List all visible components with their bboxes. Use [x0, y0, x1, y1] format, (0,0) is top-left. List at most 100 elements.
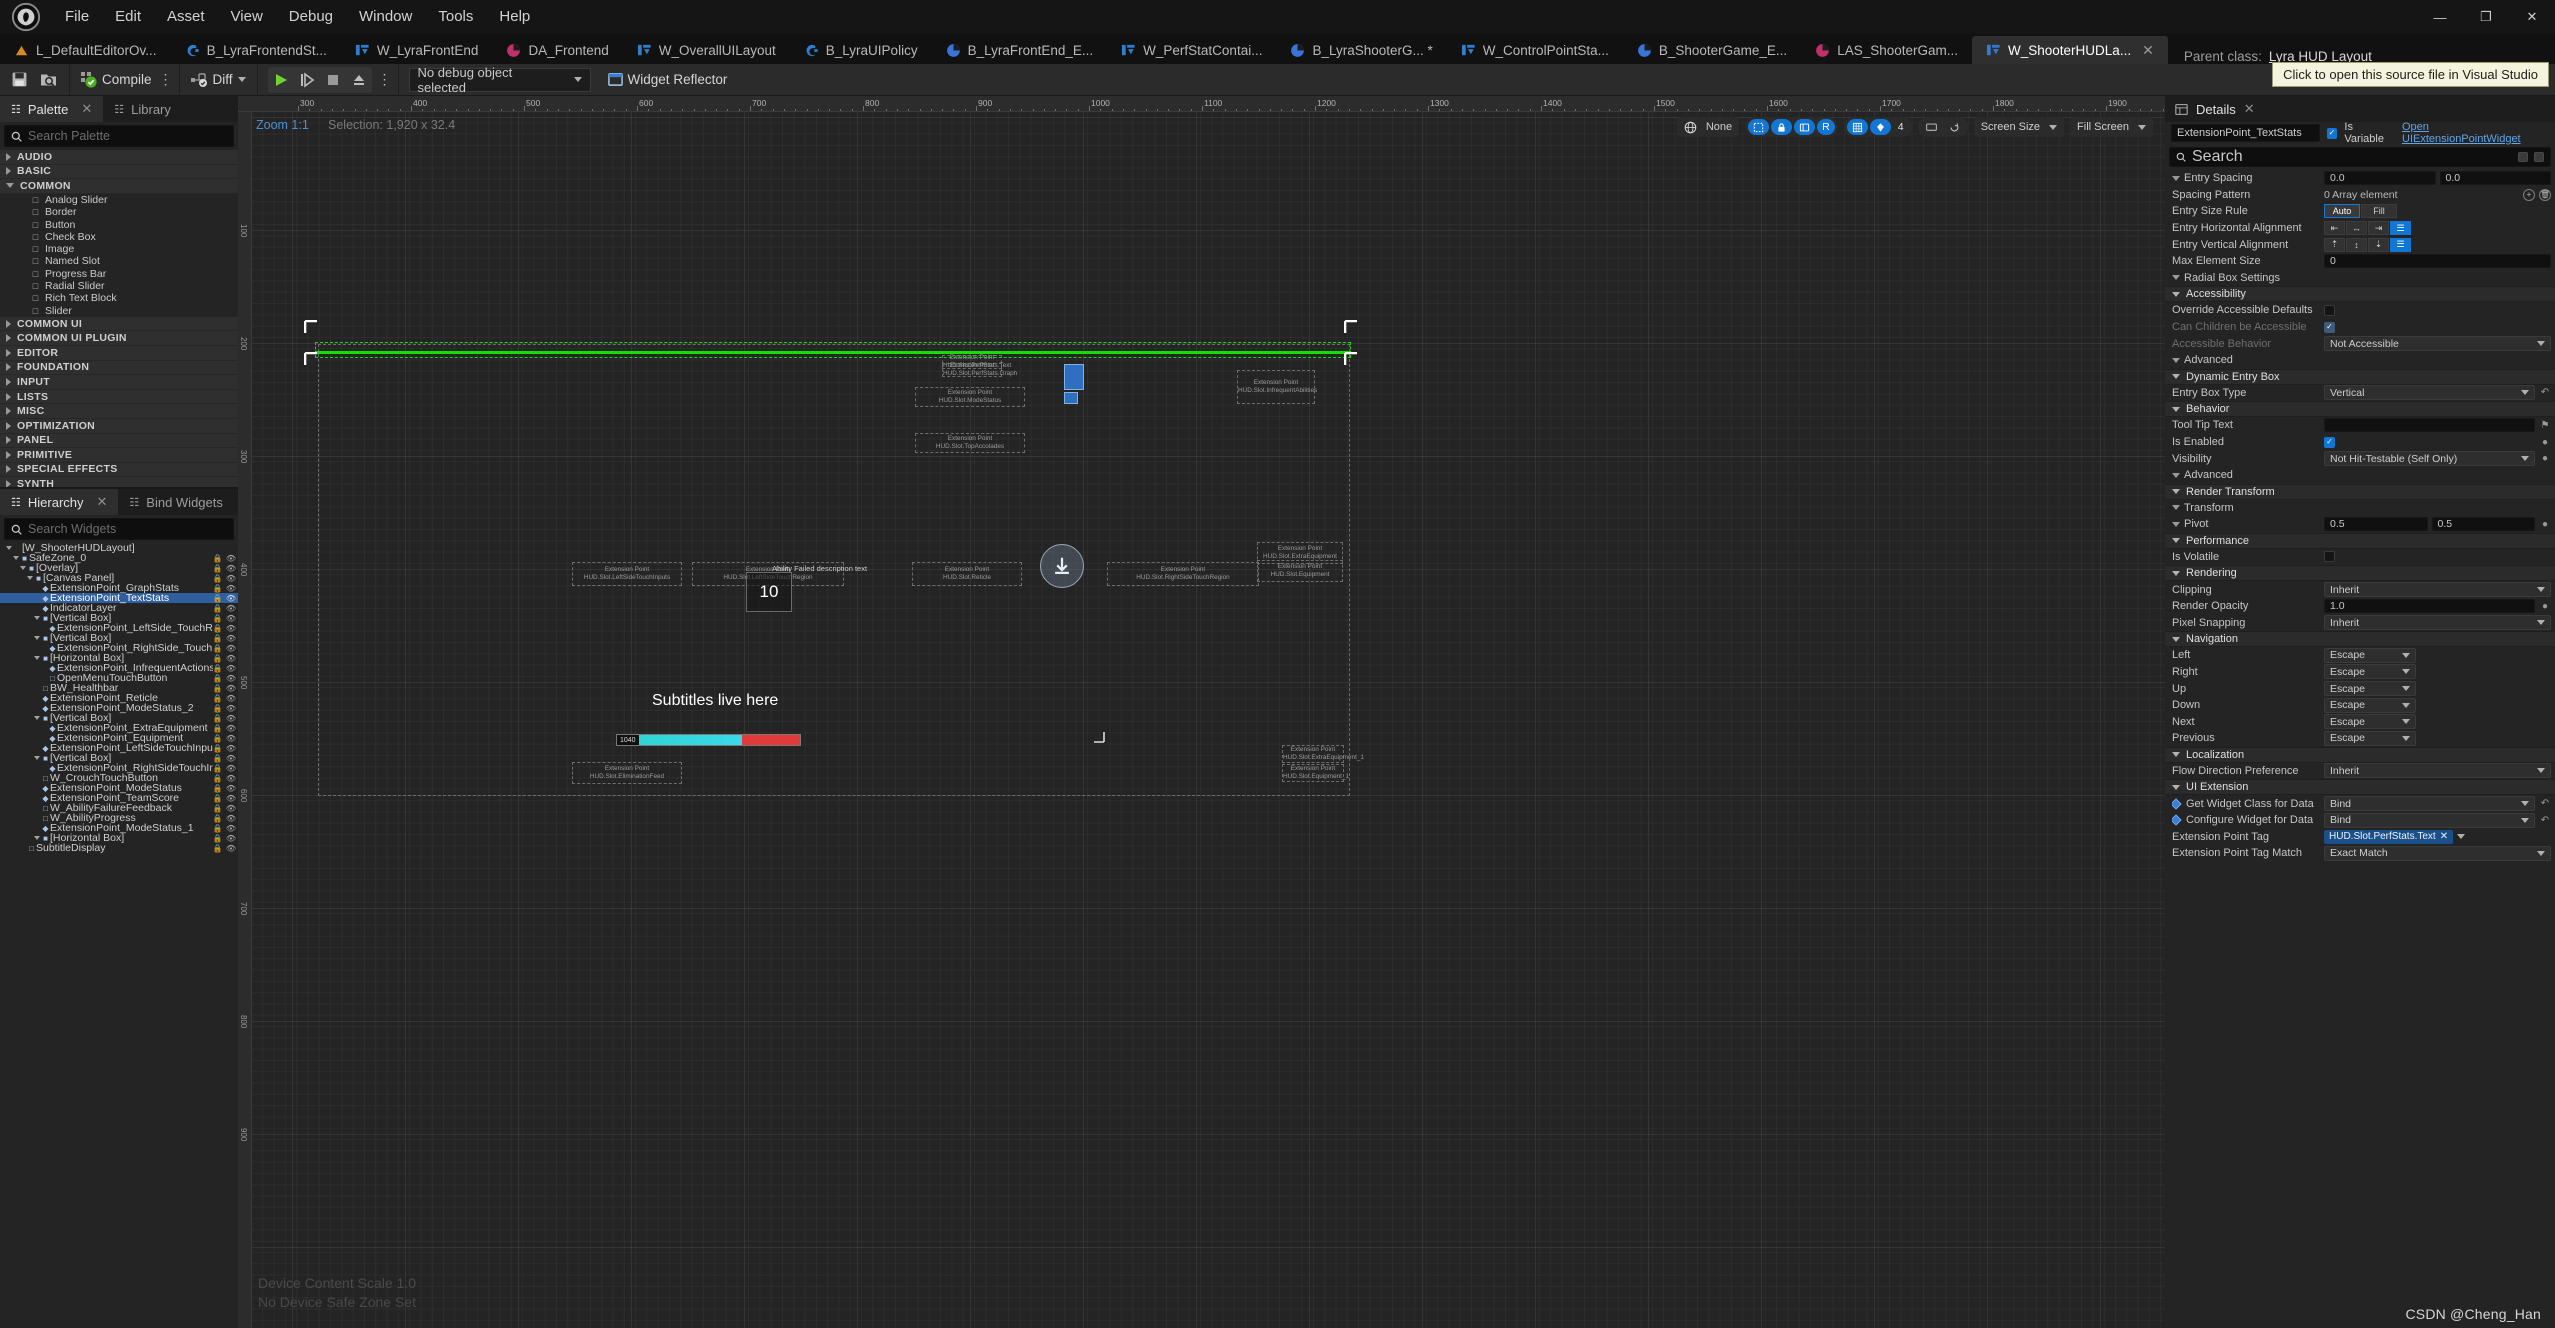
- hierarchy-tab-0[interactable]: ☷ Hierarchy ✕: [0, 489, 119, 515]
- palette-category-audio[interactable]: AUDIO: [0, 150, 238, 165]
- palette-search-input[interactable]: Search Palette: [4, 125, 234, 147]
- palette-item-check-box[interactable]: □ Check Box: [0, 231, 238, 243]
- details-section-performance[interactable]: Performance: [2165, 532, 2555, 549]
- hierarchy-row-30[interactable]: □ SubtitleDisplay 🔒 👁: [0, 842, 238, 854]
- row-visibility-controls[interactable]: 🔒 👁: [213, 654, 236, 663]
- palette-category-primitive[interactable]: PRIMITIVE: [0, 448, 238, 463]
- remove-tag-icon[interactable]: ✕: [2440, 831, 2448, 842]
- property-row-clipping[interactable]: Clipping Inherit: [2165, 581, 2555, 598]
- row-visibility-controls[interactable]: 🔒 👁: [213, 694, 236, 703]
- expander-icon[interactable]: [2172, 275, 2180, 281]
- property-control[interactable]: 0.5 0.5 ●: [2324, 517, 2555, 532]
- property-control[interactable]: 0: [2324, 254, 2555, 269]
- property-row-radial-box-settings[interactable]: Radial Box Settings: [2165, 270, 2555, 287]
- close-icon[interactable]: ✕: [97, 494, 108, 510]
- grid-count-value[interactable]: 4: [1893, 119, 1909, 135]
- property-row-next[interactable]: Next Escape: [2165, 713, 2555, 730]
- checkbox[interactable]: [2324, 304, 2335, 316]
- entry-size-rule-segments[interactable]: Auto Fill: [2324, 204, 2397, 219]
- row-visibility-controls[interactable]: 🔒 👁: [213, 804, 236, 813]
- row-visibility-controls[interactable]: 🔒 👁: [213, 814, 236, 823]
- row-visibility-controls[interactable]: 🔒 👁: [213, 784, 236, 793]
- palette-tab-1[interactable]: ☷ Library: [103, 96, 182, 122]
- dropdown[interactable]: Inherit: [2324, 615, 2551, 631]
- eject-button[interactable]: [346, 67, 372, 93]
- property-row-get-widget-class-for-data[interactable]: Get Widget Class for Data Bind ↶: [2165, 795, 2555, 812]
- palette-category-synth[interactable]: SYNTH: [0, 477, 238, 487]
- property-row-entry-size-rule[interactable]: Entry Size Rule Auto Fill: [2165, 203, 2555, 220]
- property-row-pixel-snapping[interactable]: Pixel Snapping Inherit: [2165, 614, 2555, 631]
- dropdown[interactable]: Escape: [2324, 730, 2416, 746]
- asset-tab-9[interactable]: W_ControlPointSta...: [1447, 36, 1623, 64]
- dropdown[interactable]: Escape: [2324, 697, 2416, 713]
- dropdown[interactable]: Exact Match: [2324, 845, 2551, 861]
- palette-category-lists[interactable]: LISTS: [0, 389, 238, 405]
- dropdown[interactable]: Inherit: [2324, 582, 2551, 598]
- palette-tab-0[interactable]: ☷ Palette ✕: [0, 96, 104, 122]
- value-y[interactable]: 0.5: [2431, 517, 2535, 532]
- value-field[interactable]: 0: [2324, 254, 2551, 269]
- bind-icon[interactable]: ●: [2539, 453, 2551, 464]
- flag-icon[interactable]: ⚑: [2539, 420, 2551, 431]
- details-search-input[interactable]: Search: [2169, 147, 2551, 167]
- resize-handle[interactable]: [1092, 730, 1106, 744]
- debug-object-dropdown[interactable]: No debug object selected: [408, 65, 591, 95]
- property-row-pivot[interactable]: Pivot 0.5 0.5 ●: [2165, 516, 2555, 533]
- compile-options-kebab[interactable]: ⋮: [159, 67, 173, 93]
- minimize-button[interactable]: —: [2417, 0, 2463, 34]
- property-row-up[interactable]: Up Escape: [2165, 680, 2555, 697]
- dropdown[interactable]: Not Accessible: [2324, 336, 2551, 352]
- property-row-entry-horizontal-alignment[interactable]: Entry Horizontal Alignment ⇤ ↔ ⇥ ☰: [2165, 220, 2555, 237]
- snap-toggle[interactable]: [1869, 119, 1891, 135]
- palette-item-named-slot[interactable]: □ Named Slot: [0, 255, 238, 267]
- details-section-render-transform[interactable]: Render Transform: [2165, 483, 2555, 500]
- save-button[interactable]: [6, 67, 33, 93]
- details-section-accessibility[interactable]: Accessibility: [2165, 286, 2555, 303]
- expander-icon[interactable]: [32, 616, 41, 620]
- property-control[interactable]: ⇡ ↕ ⇣ ☰: [2324, 237, 2555, 252]
- asset-tab-6[interactable]: B_LyraFrontEnd_E...: [932, 36, 1108, 64]
- text-field[interactable]: [2324, 418, 2535, 433]
- menu-debug[interactable]: Debug: [276, 0, 346, 34]
- property-row-entry-box-type[interactable]: Entry Box Type Vertical ↶: [2165, 385, 2555, 402]
- option-auto[interactable]: Auto: [2324, 204, 2360, 219]
- property-control[interactable]: Inherit: [2324, 582, 2555, 598]
- property-control[interactable]: [2324, 304, 2555, 316]
- asset-tab-3[interactable]: DA_Frontend: [492, 36, 622, 64]
- expander-icon[interactable]: [32, 636, 41, 640]
- expander-icon[interactable]: [32, 756, 41, 760]
- chevron-down-icon[interactable]: [2457, 834, 2466, 840]
- property-row-spacing-pattern[interactable]: Spacing Pattern 0 Array element + 🗑: [2165, 187, 2555, 204]
- property-row-left[interactable]: Left Escape: [2165, 647, 2555, 664]
- row-visibility-controls[interactable]: 🔒 👁: [213, 764, 236, 773]
- palette-category-foundation[interactable]: FOUNDATION: [0, 360, 238, 376]
- row-visibility-controls[interactable]: 🔒 👁: [213, 794, 236, 803]
- menu-view[interactable]: View: [218, 0, 276, 34]
- checkbox[interactable]: ✓: [2324, 436, 2335, 448]
- expander-icon[interactable]: [18, 566, 27, 570]
- asset-tab-5[interactable]: B_LyraUIPolicy: [790, 36, 932, 64]
- details-close-icon[interactable]: ✕: [2244, 101, 2255, 117]
- dropdown[interactable]: Escape: [2324, 681, 2416, 697]
- property-control[interactable]: Bind ↶: [2324, 796, 2555, 812]
- option-fill[interactable]: Fill: [2361, 204, 2397, 219]
- selection-handle-3[interactable]: [1343, 351, 1358, 366]
- selection-handle-1[interactable]: [1343, 319, 1358, 334]
- gameplay-tag-chip[interactable]: HUD.Slot.PerfStats.Text ✕: [2324, 829, 2454, 844]
- details-section-behavior[interactable]: Behavior: [2165, 401, 2555, 418]
- selection-handle-0[interactable]: [303, 319, 318, 334]
- resolution-icon[interactable]: [1921, 119, 1942, 135]
- close-button[interactable]: ✕: [2509, 0, 2555, 34]
- bind-dropdown[interactable]: Bind: [2324, 812, 2535, 828]
- v-align-segments[interactable]: ⇡ ↕ ⇣ ☰: [2324, 237, 2411, 252]
- v-align-0[interactable]: ⇡: [2324, 237, 2345, 252]
- property-control[interactable]: Inherit: [2324, 763, 2555, 779]
- expander-icon[interactable]: [2172, 505, 2180, 511]
- row-visibility-controls[interactable]: 🔒 👁: [213, 824, 236, 833]
- close-icon[interactable]: ✕: [81, 101, 92, 117]
- palette-item-slider[interactable]: □ Slider: [0, 304, 238, 317]
- row-visibility-controls[interactable]: 🔒 👁: [213, 584, 236, 593]
- palette-item-rich-text-block[interactable]: □ Rich Text Block: [0, 292, 238, 304]
- v-align-3[interactable]: ☰: [2390, 237, 2411, 252]
- row-visibility-controls[interactable]: 🔒 👁: [213, 564, 236, 573]
